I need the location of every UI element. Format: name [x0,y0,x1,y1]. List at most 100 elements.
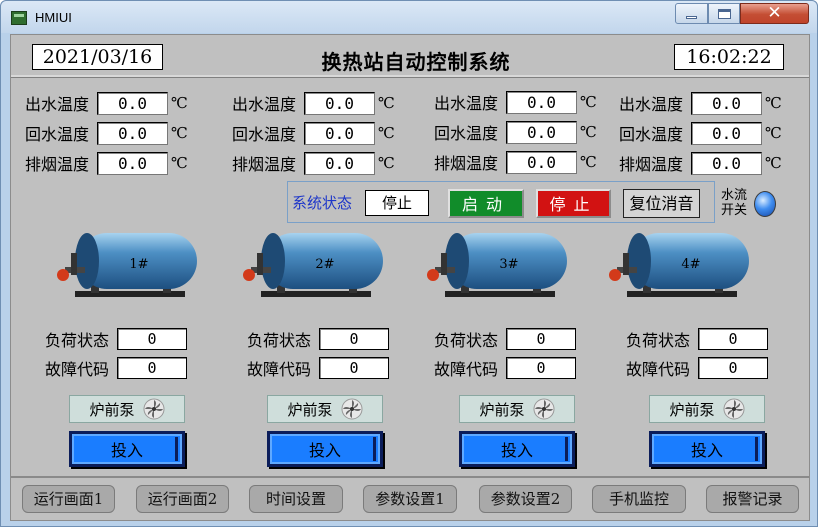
temp-unit: ℃ [378,124,395,142]
temp-value: 0.0 [97,151,168,175]
engage-button-3[interactable]: 投入 [459,431,575,467]
temp-row: 排烟温度 0.0 ℃ [434,147,604,177]
boiler-3[interactable]: 3# [421,225,586,305]
fan-icon [533,398,554,420]
temp-value: 0.0 [304,121,375,145]
fault-code-label: 故障代码 [247,360,312,379]
temp-row: 出水温度 0.0 ℃ [232,88,402,118]
time-display: 16:02:22 [674,44,784,70]
temp-unit: ℃ [171,94,188,112]
temp-value: 0.0 [691,91,762,115]
boiler-icon: 1# [57,233,197,297]
temp-row: 出水温度 0.0 ℃ [619,88,789,118]
system-status-value: 停止 [365,190,429,216]
temp-row: 排烟温度 0.0 ℃ [619,148,789,178]
maximize-icon [717,8,731,19]
fault-code-value: 0 [506,357,576,379]
close-button[interactable]: ✕ [740,3,809,24]
temp-value: 0.0 [506,90,577,114]
pre-furnace-pump-1: 炉前泵 [69,395,185,423]
date-display: 2021/03/16 [32,44,163,70]
temp-value: 0.0 [691,121,762,145]
engage-button-2[interactable]: 投入 [267,431,383,467]
temp-label: 排烟温度 [25,155,90,174]
temp-unit: ℃ [580,123,597,141]
load-status-label: 负荷状态 [247,331,312,350]
fault-code-label: 故障代码 [434,360,499,379]
boiler-2[interactable]: 2# [237,225,402,305]
temp-label: 出水温度 [232,95,297,114]
boiler-number: 2# [315,257,334,272]
minimize-button[interactable] [675,3,708,24]
fault-code-row: 故障代码 0 [434,356,576,380]
boiler-1[interactable]: 1# [51,225,216,305]
temp-label: 出水温度 [25,95,90,114]
hmi-screen: 2021/03/16 换热站自动控制系统 16:02:22 出水温度 0.0 ℃ 回… [10,34,810,521]
boiler-4[interactable]: 4# [603,225,768,305]
boiler-icon: 2# [243,233,383,297]
temp-unit: ℃ [765,154,782,172]
temp-unit: ℃ [378,94,395,112]
temp-row: 回水温度 0.0 ℃ [434,117,604,147]
temp-value: 0.0 [506,150,577,174]
app-icon [11,11,27,25]
maximize-button[interactable] [708,3,740,24]
temp-unit: ℃ [171,124,188,142]
boiler-number: 1# [129,257,148,272]
pump-label: 炉前泵 [479,400,525,419]
temp-value: 0.0 [97,91,168,115]
load-status-label: 负荷状态 [626,331,691,350]
temp-row: 排烟温度 0.0 ℃ [25,148,195,178]
nav-param-settings-2[interactable]: 参数设置2 [479,485,572,513]
temp-block-1: 出水温度 0.0 ℃ 回水温度 0.0 ℃ 排烟温度 0.0 ℃ [25,88,195,178]
load-status-row: 负荷状态 0 [626,327,768,351]
boiler-number: 4# [681,257,700,272]
temp-block-3: 出水温度 0.0 ℃ 回水温度 0.0 ℃ 排烟温度 0.0 ℃ [434,87,604,177]
temp-row: 回水温度 0.0 ℃ [619,118,789,148]
engage-button-4[interactable]: 投入 [649,431,765,467]
temp-value: 0.0 [97,121,168,145]
temp-value: 0.0 [691,151,762,175]
temp-row: 排烟温度 0.0 ℃ [232,148,402,178]
bottom-nav: 运行画面1 运行画面2 时间设置 参数设置1 参数设置2 手机监控 报警记录 [11,476,809,520]
window-title: HMIUI [35,10,72,25]
temp-row: 出水温度 0.0 ℃ [25,88,195,118]
temp-row: 回水温度 0.0 ℃ [25,118,195,148]
water-flow-switch-label: 水流开关 [720,188,747,218]
temp-row: 出水温度 0.0 ℃ [434,87,604,117]
fault-code-row: 故障代码 0 [247,356,389,380]
pre-furnace-pump-4: 炉前泵 [649,395,765,423]
temp-unit: ℃ [765,94,782,112]
engage-button-1[interactable]: 投入 [69,431,185,467]
nav-alarm-log[interactable]: 报警记录 [706,485,799,513]
temp-label: 排烟温度 [619,155,684,174]
fault-code-label: 故障代码 [45,360,110,379]
hmi-window: HMIUI ✕ 2021/03/16 换热站自动控制系统 16:02:22 出水… [0,0,818,527]
pump-label: 炉前泵 [669,400,715,419]
temp-label: 出水温度 [434,94,499,113]
pre-furnace-pump-3: 炉前泵 [459,395,575,423]
temp-unit: ℃ [765,124,782,142]
water-flow-indicator-lamp [754,191,776,217]
fault-code-label: 故障代码 [626,360,691,379]
temp-row: 回水温度 0.0 ℃ [232,118,402,148]
boiler-number: 3# [499,257,518,272]
system-status-label: 系统状态 [292,194,353,212]
nav-time-settings[interactable]: 时间设置 [249,485,343,513]
nav-run-screen-1[interactable]: 运行画面1 [22,485,115,513]
load-status-label: 负荷状态 [45,331,110,350]
page-title: 换热站自动控制系统 [321,50,511,74]
nav-run-screen-2[interactable]: 运行画面2 [136,485,229,513]
temp-unit: ℃ [580,93,597,111]
pump-label: 炉前泵 [89,400,135,419]
nav-mobile-monitoring[interactable]: 手机监控 [592,485,686,513]
stop-button[interactable]: 停止 [536,189,611,218]
reset-silence-button[interactable]: 复位消音 [623,189,700,218]
fault-code-value: 0 [117,357,187,379]
title-bar[interactable]: HMIUI ✕ [1,1,817,33]
temp-unit: ℃ [580,153,597,171]
start-button[interactable]: 启动 [448,189,524,218]
temp-block-4: 出水温度 0.0 ℃ 回水温度 0.0 ℃ 排烟温度 0.0 ℃ [619,88,789,178]
minimize-icon [686,16,697,19]
nav-param-settings-1[interactable]: 参数设置1 [363,485,457,513]
